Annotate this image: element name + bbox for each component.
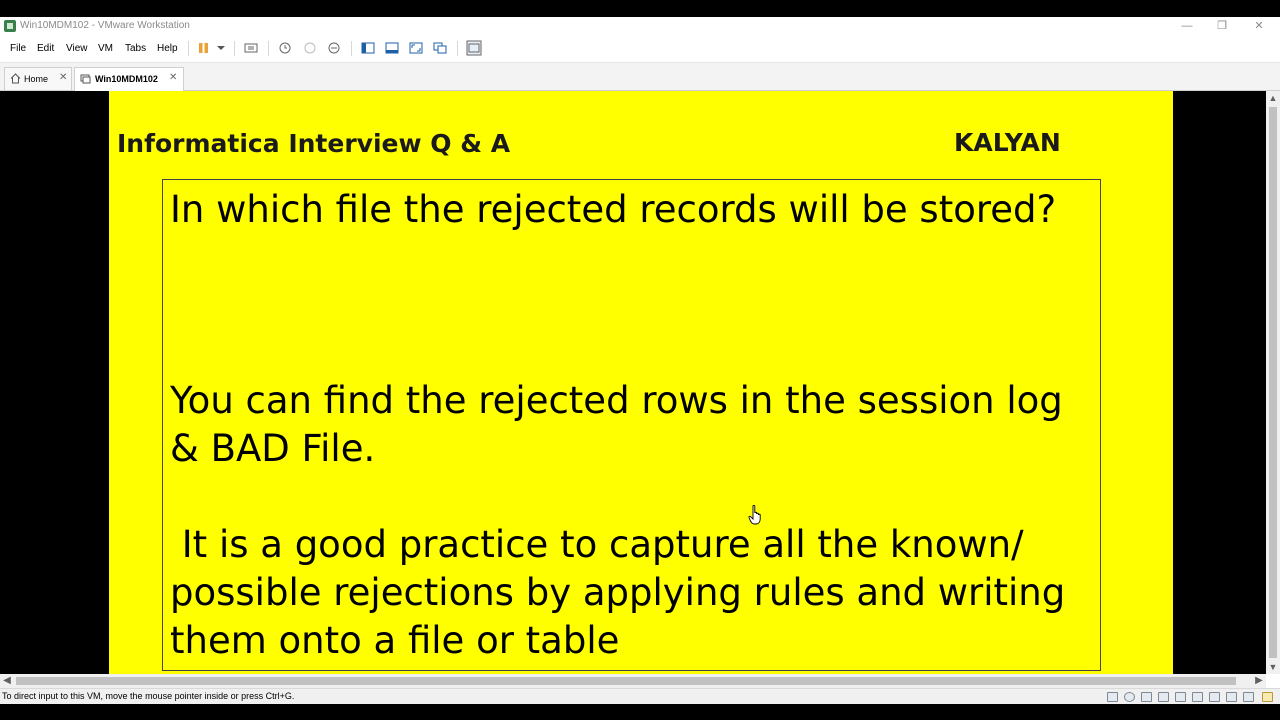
toolbar-separator	[457, 41, 458, 56]
toolbar-separator	[188, 41, 189, 56]
hdd-icon[interactable]	[1107, 692, 1118, 702]
display-icon[interactable]	[1209, 692, 1220, 702]
menu-bar: File Edit View VM Tabs Help	[0, 36, 1280, 63]
scroll-right-icon[interactable]: ▶	[1252, 674, 1266, 688]
library-icon[interactable]	[360, 40, 376, 56]
send-ctrl-alt-del-icon[interactable]	[243, 40, 259, 56]
sound-icon[interactable]	[1192, 692, 1203, 702]
pause-icon[interactable]	[196, 40, 212, 56]
toolbar-separator	[268, 41, 269, 56]
horizontal-scroll-thumb[interactable]	[16, 677, 1236, 685]
menu-vm[interactable]: VM	[98, 43, 113, 54]
snapshot-manager-icon[interactable]	[326, 40, 342, 56]
scroll-left-icon[interactable]: ◀	[0, 674, 14, 688]
thumbnail-bar-icon[interactable]	[384, 40, 400, 56]
snapshot-icon[interactable]	[277, 40, 293, 56]
presentation-slide: Informatica Interview Q & A KALYAN In wh…	[109, 91, 1173, 674]
close-icon[interactable]: ✕	[59, 72, 67, 83]
title-bar: Win10MDM102 - VMware Workstation — ❐ ✕	[0, 17, 1280, 36]
slide-content-box: In which file the rejected records will …	[162, 179, 1101, 671]
menu-file[interactable]: File	[10, 43, 26, 54]
printer-icon[interactable]	[1158, 692, 1169, 702]
screen-bottom-border	[0, 704, 1280, 720]
revert-snapshot-icon	[302, 40, 318, 56]
hand-cursor-icon	[748, 505, 761, 525]
tab-home-label: Home	[24, 74, 49, 84]
slide-title: Informatica Interview Q & A	[117, 129, 511, 158]
tab-vm-label: Win10MDM102	[95, 74, 158, 84]
toolbar-separator	[234, 41, 235, 56]
vm-icon	[80, 73, 91, 84]
console-view-icon[interactable]	[466, 40, 482, 56]
slide-author: KALYAN	[954, 128, 1061, 157]
tab-home[interactable]: Home ✕	[4, 67, 72, 90]
status-bar: To direct input to this VM, move the mou…	[0, 688, 1280, 705]
message-icon[interactable]	[1262, 692, 1273, 702]
slide-note: It is a good practice to capture all the…	[170, 523, 1078, 662]
close-icon[interactable]: ✕	[169, 72, 177, 83]
chevron-down-icon[interactable]	[213, 40, 229, 56]
menu-tabs[interactable]: Tabs	[125, 43, 146, 54]
vertical-scrollbar[interactable]: ▲ ▼	[1266, 91, 1280, 674]
network-icon[interactable]	[1141, 692, 1152, 702]
screen-top-border	[0, 0, 1280, 17]
full-screen-icon[interactable]	[408, 40, 424, 56]
vm-console[interactable]: Informatica Interview Q & A KALYAN In wh…	[0, 91, 1266, 674]
status-message: To direct input to this VM, move the mou…	[2, 691, 295, 701]
vmware-app-icon	[4, 20, 16, 32]
usb-icon[interactable]	[1226, 692, 1237, 702]
usb-icon[interactable]	[1175, 692, 1186, 702]
slide-answer: You can find the rejected rows in the se…	[170, 379, 1075, 470]
menu-edit[interactable]: Edit	[37, 43, 54, 54]
horizontal-scrollbar[interactable]: ◀ ▶	[0, 674, 1266, 688]
tab-vm[interactable]: Win10MDM102 ✕	[74, 67, 184, 91]
vertical-scroll-thumb[interactable]	[1269, 107, 1277, 658]
close-button[interactable]: ✕	[1244, 18, 1274, 34]
scroll-down-icon[interactable]: ▼	[1266, 660, 1280, 674]
window-title: Win10MDM102 - VMware Workstation	[20, 20, 190, 31]
restore-button[interactable]: ❐	[1207, 18, 1237, 34]
vmware-window: Win10MDM102 - VMware Workstation — ❐ ✕ F…	[0, 17, 1280, 705]
toolbar-separator	[351, 41, 352, 56]
tab-bar: Home ✕ Win10MDM102 ✕	[0, 63, 1280, 91]
cd-icon[interactable]	[1124, 692, 1135, 702]
unity-icon[interactable]	[432, 40, 448, 56]
slide-question: In which file the rejected records will …	[170, 188, 1057, 231]
menu-view[interactable]: View	[66, 43, 88, 54]
minimize-button[interactable]: —	[1172, 18, 1202, 34]
menu-help[interactable]: Help	[157, 43, 178, 54]
home-icon	[10, 73, 21, 84]
scroll-up-icon[interactable]: ▲	[1266, 91, 1280, 105]
usb-icon[interactable]	[1243, 692, 1254, 702]
